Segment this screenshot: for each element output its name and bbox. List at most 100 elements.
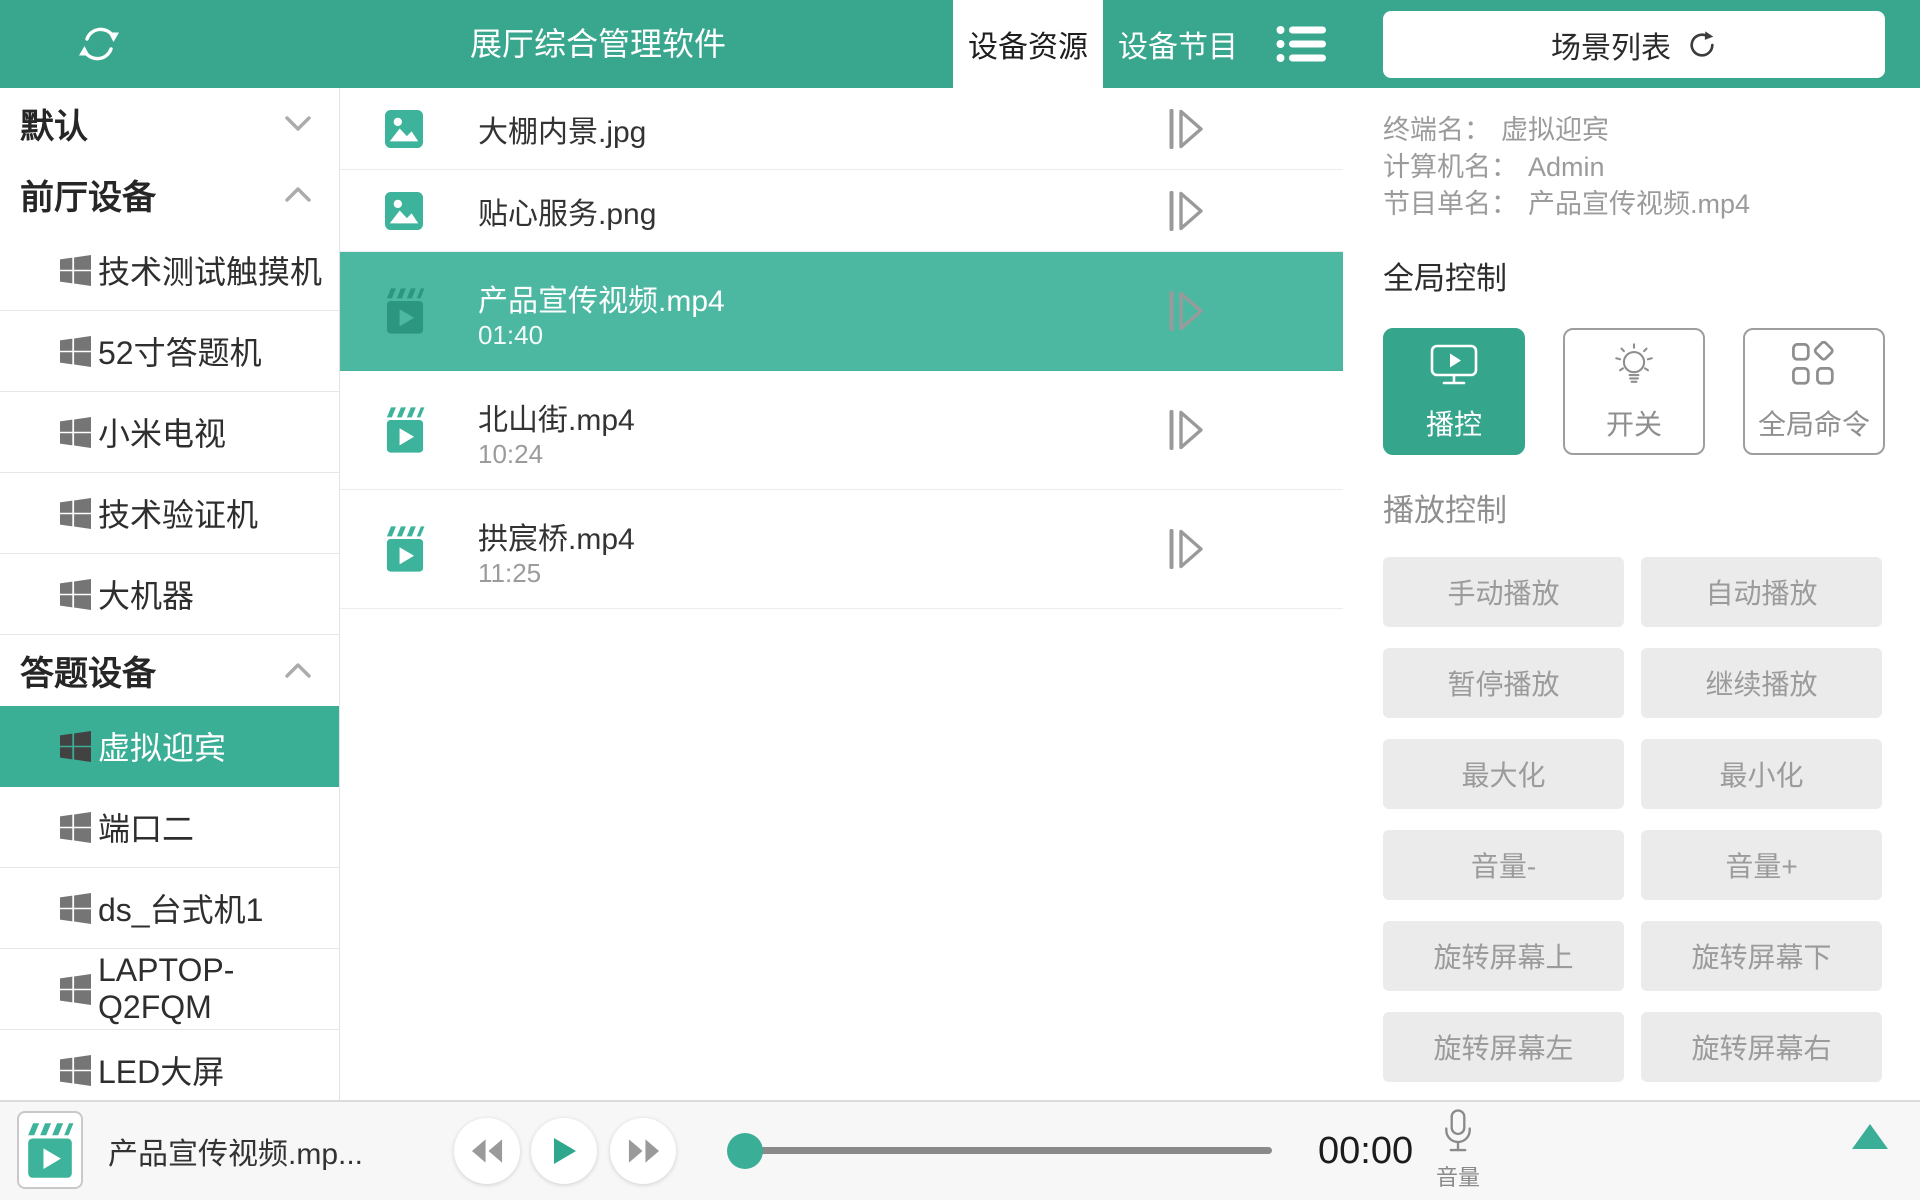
- sidebar-item-label: LAPTOP-Q2FQM: [98, 952, 339, 1026]
- refresh-sync-icon[interactable]: [76, 21, 122, 67]
- media-row[interactable]: 拱宸桥.mp411:25: [340, 490, 1343, 609]
- windows-logo-icon: [60, 336, 91, 367]
- volume-up-button[interactable]: 音量+: [1641, 830, 1882, 900]
- fast-forward-icon: [627, 1138, 660, 1164]
- sidebar-group-label: 答题设备: [20, 646, 156, 695]
- mode-button-label: 播控: [1426, 403, 1482, 443]
- auto-play-button[interactable]: 自动播放: [1641, 557, 1882, 627]
- mode-button-label: 开关: [1606, 403, 1662, 443]
- scene-list-label: 场景列表: [1551, 23, 1671, 67]
- volume-control[interactable]: 音量: [1430, 1107, 1486, 1192]
- media-duration: 01:40: [478, 320, 543, 351]
- sidebar-group-header[interactable]: 答题设备: [0, 635, 339, 706]
- sidebar-item[interactable]: 技术测试触摸机: [0, 230, 339, 311]
- play-media-icon[interactable]: [1168, 527, 1204, 571]
- play-media-icon[interactable]: [1168, 189, 1204, 233]
- play-button[interactable]: [531, 1118, 597, 1184]
- global-command-mode-button[interactable]: 全局命令: [1743, 328, 1885, 455]
- sidebar-item[interactable]: 技术验证机: [0, 473, 339, 554]
- playback-buttons-grid: 手动播放自动播放暂停播放继续播放最大化最小化音量-音量+旋转屏幕上旋转屏幕下旋转…: [1383, 557, 1885, 1082]
- rotate-screen-right-button[interactable]: 旋转屏幕右: [1641, 1012, 1882, 1082]
- windows-logo-icon: [60, 974, 91, 1005]
- sidebar-item[interactable]: ds_台式机1: [0, 868, 339, 949]
- sidebar-group-header[interactable]: 前厅设备: [0, 159, 339, 230]
- playback-control-mode-button[interactable]: 播控: [1383, 328, 1525, 455]
- video-file-icon: [385, 526, 425, 573]
- collapse-panel-icon[interactable]: [1852, 1124, 1888, 1149]
- light-bulb-icon: [1609, 341, 1659, 389]
- playback-control-title: 播放控制: [1383, 485, 1885, 530]
- sidebar-item[interactable]: LAPTOP-Q2FQM: [0, 949, 339, 1030]
- sidebar-group-header[interactable]: 默认: [0, 88, 339, 159]
- chevron-up-icon: [285, 187, 311, 202]
- mode-button-label: 全局命令: [1758, 403, 1870, 443]
- rotate-screen-up-button[interactable]: 旋转屏幕上: [1383, 921, 1624, 991]
- media-duration: 11:25: [478, 558, 541, 589]
- sidebar-item[interactable]: 大机器: [0, 554, 339, 635]
- windows-logo-icon: [60, 812, 91, 843]
- scene-list-button[interactable]: 场景列表: [1383, 11, 1885, 78]
- mode-buttons: 播控 开关 全局命令: [1383, 328, 1885, 455]
- sidebar-item-label: 52寸答题机: [98, 328, 262, 374]
- computer-name-line: 计算机名：Admin: [1383, 149, 1885, 186]
- progress-knob[interactable]: [727, 1133, 763, 1169]
- sidebar-item[interactable]: 虚拟迎宾: [0, 706, 339, 787]
- app-title: 展厅综合管理软件: [348, 0, 848, 88]
- manual-play-button[interactable]: 手动播放: [1383, 557, 1624, 627]
- next-track-button[interactable]: [610, 1118, 676, 1184]
- global-control-title: 全局控制: [1383, 253, 1885, 298]
- windows-logo-icon: [60, 579, 91, 610]
- sidebar-item[interactable]: LED大屏: [0, 1030, 339, 1100]
- play-media-icon[interactable]: [1168, 107, 1204, 151]
- menu-list-icon[interactable]: [1276, 24, 1328, 64]
- top-bar: 展厅综合管理软件 设备资源 设备节目 场景列表: [0, 0, 1920, 88]
- sidebar-item-label: ds_台式机1: [98, 885, 263, 931]
- monitor-play-icon: [1429, 341, 1479, 389]
- image-file-icon: [385, 110, 423, 148]
- minimize-button[interactable]: 最小化: [1641, 739, 1882, 809]
- sidebar-group-label: 默认: [20, 99, 88, 148]
- volume-label: 音量: [1430, 1160, 1486, 1192]
- terminal-name-line: 终端名：虚拟迎宾: [1383, 112, 1885, 149]
- video-file-icon: [385, 288, 425, 335]
- windows-logo-icon: [60, 893, 91, 924]
- image-file-icon: [385, 192, 423, 230]
- maximize-button[interactable]: 最大化: [1383, 739, 1624, 809]
- progress-track[interactable]: [745, 1147, 1272, 1154]
- volume-down-button[interactable]: 音量-: [1383, 830, 1624, 900]
- media-row[interactable]: 北山街.mp410:24: [340, 371, 1343, 490]
- play-media-icon[interactable]: [1168, 289, 1204, 333]
- microphone-icon: [1440, 1107, 1476, 1159]
- sidebar-item[interactable]: 52寸答题机: [0, 311, 339, 392]
- play-media-icon[interactable]: [1168, 408, 1204, 452]
- power-switch-mode-button[interactable]: 开关: [1563, 328, 1705, 455]
- rotate-screen-left-button[interactable]: 旋转屏幕左: [1383, 1012, 1624, 1082]
- chevron-up-icon: [285, 663, 311, 678]
- sidebar-item[interactable]: 端口二: [0, 787, 339, 868]
- tab-device-programs[interactable]: 设备节目: [1103, 0, 1253, 88]
- media-row[interactable]: 大棚内景.jpg: [340, 88, 1343, 170]
- rewind-icon: [471, 1138, 504, 1164]
- windows-logo-icon: [60, 498, 91, 529]
- previous-track-button[interactable]: [454, 1118, 520, 1184]
- media-file-name: 产品宣传视频.mp4: [478, 276, 725, 320]
- media-list: 大棚内景.jpg贴心服务.png产品宣传视频.mp401:40北山街.mp410…: [340, 88, 1343, 609]
- chevron-down-icon: [285, 116, 311, 131]
- refresh-icon: [1687, 30, 1717, 60]
- playlist-name-line: 节目单名：产品宣传视频.mp4: [1383, 186, 1885, 223]
- sidebar-item[interactable]: 小米电视: [0, 392, 339, 473]
- player-bar: 产品宣传视频.mp... 00:00 音量: [0, 1100, 1920, 1200]
- pause-playback-button[interactable]: 暂停播放: [1383, 648, 1624, 718]
- terminal-info: 终端名：虚拟迎宾 计算机名：Admin 节目单名：产品宣传视频.mp4: [1383, 112, 1885, 223]
- media-file-name: 北山街.mp4: [478, 395, 635, 439]
- media-row[interactable]: 产品宣传视频.mp401:40: [340, 252, 1343, 371]
- windows-logo-icon: [60, 1055, 91, 1086]
- windows-logo-icon: [60, 731, 91, 762]
- resume-playback-button[interactable]: 继续播放: [1641, 648, 1882, 718]
- video-file-icon: [385, 407, 425, 454]
- elapsed-time: 00:00: [1318, 1102, 1413, 1200]
- windows-logo-icon: [60, 417, 91, 448]
- media-row[interactable]: 贴心服务.png: [340, 170, 1343, 252]
- tab-device-resources[interactable]: 设备资源: [953, 0, 1103, 88]
- rotate-screen-down-button[interactable]: 旋转屏幕下: [1641, 921, 1882, 991]
